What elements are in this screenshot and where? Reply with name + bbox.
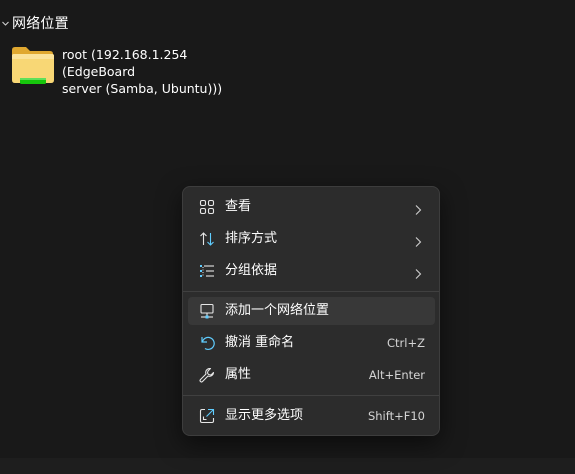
menu-item-label: 排序方式: [225, 231, 278, 246]
menu-item-view[interactable]: 查看: [188, 193, 435, 221]
show-more-options-icon: [198, 407, 216, 425]
chevron-down-icon[interactable]: [0, 18, 10, 28]
status-bar-strip: [0, 458, 575, 474]
menu-item-shortcut: Alt+Enter: [368, 368, 425, 382]
network-location-label-line2: server (Samba, Ubuntu))): [62, 81, 223, 96]
group-title: 网络位置: [12, 16, 69, 32]
undo-icon: [198, 334, 216, 352]
menu-item-properties[interactable]: 属性 Alt+Enter: [188, 361, 435, 389]
network-location-item[interactable]: root (192.168.1.254 (EdgeBoard server (S…: [10, 42, 260, 96]
chevron-right-icon: [413, 265, 423, 279]
menu-item-shortcut: Ctrl+Z: [387, 336, 425, 350]
chevron-right-icon: [413, 233, 423, 247]
menu-item-label: 查看: [225, 199, 252, 214]
menu-item-add-network-location[interactable]: 添加一个网络位置: [188, 297, 435, 325]
menu-item-undo-rename[interactable]: 撤消 重命名 Ctrl+Z: [188, 329, 435, 357]
menu-item-label: 添加一个网络位置: [225, 303, 330, 318]
menu-item-label: 显示更多选项: [225, 408, 304, 423]
chevron-right-icon: [413, 201, 423, 215]
context-menu: 查看 排序方式 分组依据 添加一个网络位置 撤消 重命名 Ctrl+Z 属性 A…: [182, 186, 440, 436]
menu-item-group-by[interactable]: 分组依据: [188, 257, 435, 285]
grid-view-icon: [198, 198, 216, 216]
menu-item-shortcut: Shift+F10: [367, 409, 425, 423]
wrench-icon: [198, 366, 216, 384]
menu-item-sort-by[interactable]: 排序方式: [188, 225, 435, 253]
menu-separator: [183, 395, 439, 396]
sort-icon: [198, 230, 216, 248]
group-by-icon: [198, 262, 216, 280]
folder-network-icon: [10, 42, 56, 88]
menu-item-label: 撤消 重命名: [225, 335, 295, 350]
group-header[interactable]: 网络位置: [0, 12, 69, 34]
menu-item-label: 属性: [225, 367, 252, 382]
menu-item-show-more-options[interactable]: 显示更多选项 Shift+F10: [188, 402, 435, 430]
add-network-location-icon: [198, 302, 216, 320]
menu-separator: [183, 291, 439, 292]
network-location-label-line1: root (192.168.1.254 (EdgeBoard: [62, 47, 188, 79]
menu-item-label: 分组依据: [225, 263, 278, 278]
network-location-label: root (192.168.1.254 (EdgeBoard server (S…: [62, 46, 258, 97]
